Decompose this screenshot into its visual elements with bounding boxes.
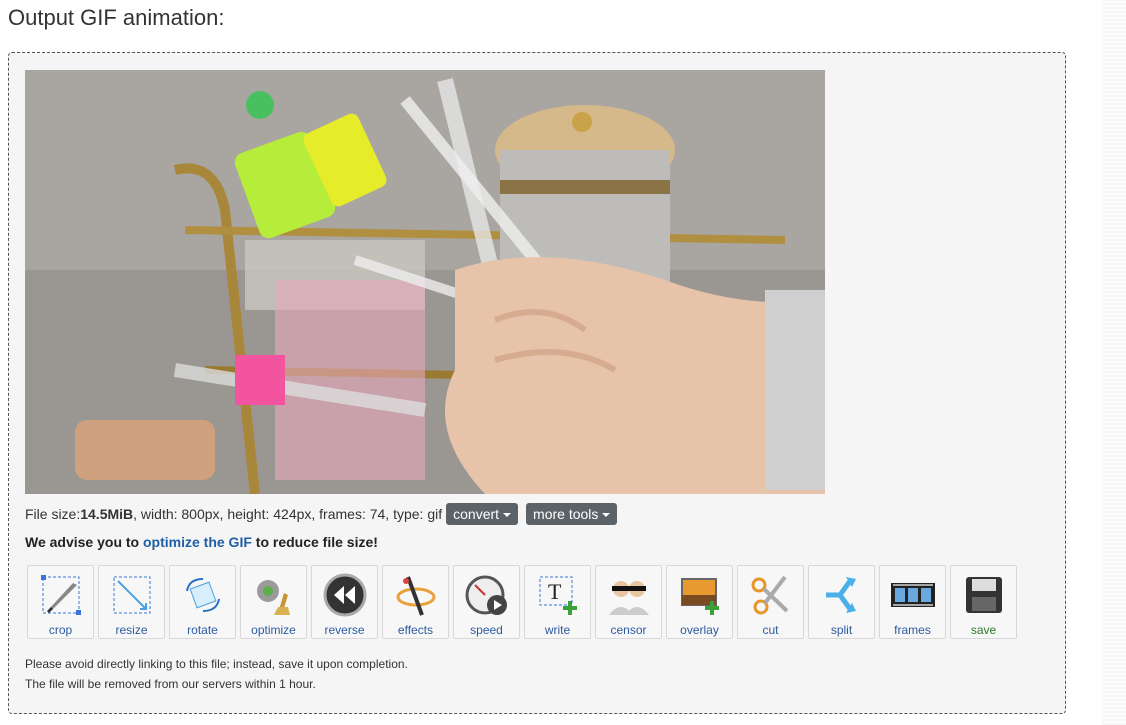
- effects-label: effects: [397, 623, 434, 637]
- save-button[interactable]: save: [950, 565, 1017, 639]
- censor-label: censor: [610, 623, 647, 637]
- write-label: write: [544, 623, 571, 637]
- more-tools-label: more tools: [533, 506, 599, 522]
- speed-button[interactable]: speed: [453, 565, 520, 639]
- resize-button[interactable]: resize: [98, 565, 165, 639]
- advice-suffix: to reduce file size!: [251, 534, 378, 550]
- notice-text: Please avoid directly linking to this fi…: [25, 654, 408, 694]
- crop-icon: [40, 575, 81, 615]
- resize-icon: [113, 576, 150, 614]
- notice-line-1: Please avoid directly linking to this fi…: [25, 657, 408, 671]
- rotate-button[interactable]: rotate: [169, 565, 236, 639]
- frames-icon: [890, 583, 935, 607]
- svg-text:T: T: [548, 579, 562, 604]
- rotate-icon: [185, 578, 220, 612]
- optimize-button[interactable]: optimize: [240, 565, 307, 639]
- censor-icon: [608, 581, 649, 615]
- split-button[interactable]: split: [808, 565, 875, 639]
- convert-label: convert: [453, 506, 500, 522]
- notice-line-2: The file will be removed from our server…: [25, 677, 316, 691]
- effects-icon: [396, 576, 435, 616]
- gif-frame-illustration: [25, 70, 825, 494]
- caret-down-icon: [602, 513, 611, 518]
- optimize-advice: We advise you to optimize the GIF to red…: [25, 534, 378, 550]
- crop-label: crop: [48, 623, 73, 637]
- write-icon: T: [539, 576, 577, 615]
- effects-button[interactable]: effects: [382, 565, 449, 639]
- more-tools-dropdown[interactable]: more tools: [526, 503, 618, 525]
- write-button[interactable]: T write: [524, 565, 591, 639]
- reverse-icon: [323, 573, 366, 617]
- split-icon: [825, 577, 856, 613]
- file-info-line: File size: 14.5MiB , width: 800px, heigh…: [25, 503, 618, 525]
- speed-label: speed: [470, 623, 503, 637]
- optimize-icon: [256, 580, 290, 615]
- cut-button[interactable]: cut: [737, 565, 804, 639]
- page-title: Output GIF animation:: [8, 5, 225, 30]
- optimize-link[interactable]: optimize the GIF: [143, 534, 252, 550]
- file-size-value: 14.5MiB: [80, 506, 134, 522]
- crop-button[interactable]: crop: [27, 565, 94, 639]
- gif-preview-image: [25, 70, 825, 494]
- resize-label: resize: [115, 623, 148, 637]
- convert-dropdown[interactable]: convert: [446, 503, 519, 525]
- caret-down-icon: [503, 513, 512, 518]
- optimize-label: optimize: [251, 623, 296, 637]
- frames-label: frames: [894, 623, 931, 637]
- frames-button[interactable]: frames: [879, 565, 946, 639]
- advice-prefix: We advise you to: [25, 534, 143, 550]
- overlay-button[interactable]: overlay: [666, 565, 733, 639]
- cut-icon: [751, 575, 788, 615]
- reverse-label: reverse: [324, 623, 365, 637]
- overlay-label: overlay: [680, 623, 719, 637]
- split-label: split: [830, 623, 853, 637]
- file-size-label: File size:: [25, 506, 81, 522]
- reverse-button[interactable]: reverse: [311, 565, 378, 639]
- speed-icon: [465, 575, 507, 615]
- file-details: , width: 800px, height: 424px, frames: 7…: [133, 506, 443, 522]
- tool-buttons: crop resize rotate optimize reverse effe…: [27, 565, 1017, 639]
- censor-button[interactable]: censor: [595, 565, 662, 639]
- output-panel: File size: 14.5MiB , width: 800px, heigh…: [8, 52, 1066, 714]
- save-icon: [965, 577, 1002, 613]
- overlay-icon: [680, 578, 719, 615]
- page-scroll-stripe: [1102, 0, 1126, 725]
- rotate-label: rotate: [187, 623, 218, 637]
- save-label: save: [970, 623, 997, 637]
- cut-label: cut: [762, 623, 779, 637]
